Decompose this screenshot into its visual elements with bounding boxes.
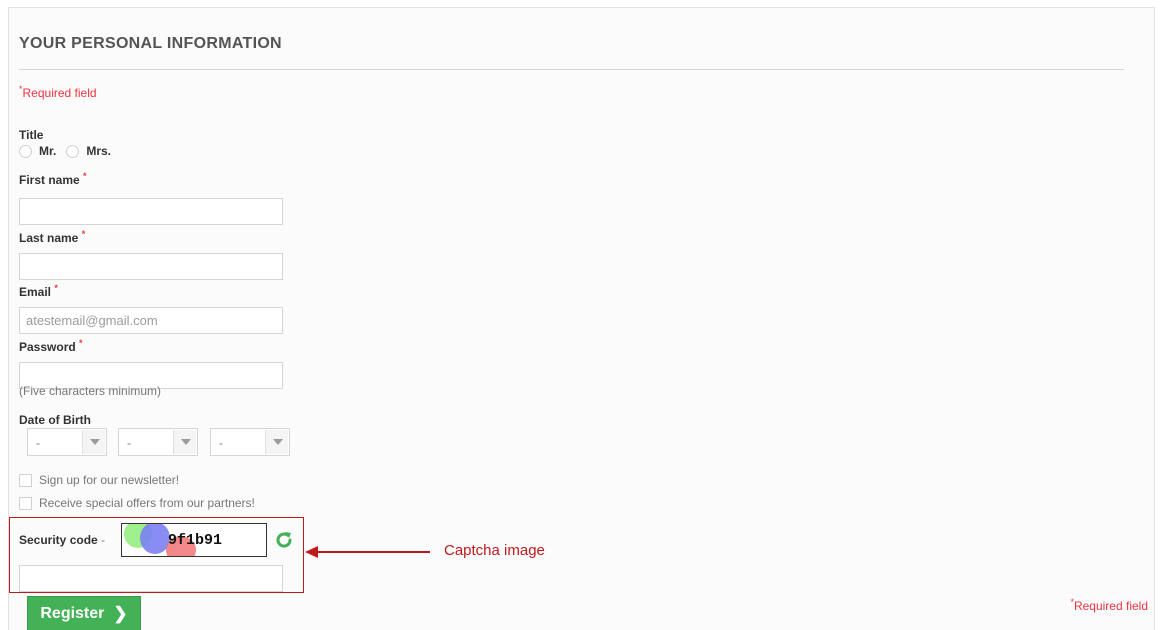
first-name-label: First name * xyxy=(19,171,87,188)
email-label: Email * xyxy=(19,283,58,300)
dob-year-value: - xyxy=(219,436,223,450)
register-button[interactable]: Register ❯ xyxy=(27,596,141,630)
title-option-mrs[interactable]: Mrs. xyxy=(66,144,111,158)
required-star: * xyxy=(54,283,58,293)
chevron-down-icon xyxy=(273,439,283,445)
dob-year-dropdown-button[interactable] xyxy=(265,430,288,454)
newsletter-option[interactable]: Sign up for our newsletter! xyxy=(19,473,179,487)
dob-month-value: - xyxy=(127,436,131,450)
newsletter-label: Sign up for our newsletter! xyxy=(39,473,180,487)
email-label-text: Email xyxy=(19,285,52,299)
partner-offers-option[interactable]: Receive special offers from our partners… xyxy=(19,496,255,510)
captcha-annotation: Captcha image xyxy=(444,542,545,559)
dob-month-select[interactable]: - xyxy=(118,428,198,456)
security-code-input[interactable] xyxy=(19,565,283,592)
required-note-top: *Required field xyxy=(19,85,97,101)
heading-divider xyxy=(19,69,1124,70)
radio-mr[interactable] xyxy=(19,144,32,158)
dob-day-dropdown-button[interactable] xyxy=(82,430,105,454)
first-name-label-text: First name xyxy=(19,173,80,187)
last-name-input[interactable] xyxy=(19,253,283,280)
dob-year-select[interactable]: - xyxy=(210,428,290,456)
first-name-input[interactable] xyxy=(19,198,283,225)
required-star: * xyxy=(81,229,86,239)
annotation-arrow-icon xyxy=(305,546,430,558)
dob-day-value: - xyxy=(36,436,40,450)
title-option-mr[interactable]: Mr. xyxy=(19,144,56,158)
required-star: * xyxy=(83,171,87,181)
partner-offers-checkbox[interactable] xyxy=(19,496,32,510)
last-name-label: Last name * xyxy=(19,229,86,246)
captcha-image: 9f1b91 xyxy=(121,523,267,557)
dob-day-select[interactable]: - xyxy=(27,428,107,456)
email-input[interactable] xyxy=(19,307,283,334)
title-radio-group: Mr. Mrs. xyxy=(19,144,121,158)
refresh-icon[interactable] xyxy=(274,530,294,550)
chevron-down-icon xyxy=(181,439,191,445)
chevron-right-icon: ❯ xyxy=(113,604,128,623)
last-name-label-text: Last name xyxy=(19,231,79,245)
dob-month-dropdown-button[interactable] xyxy=(173,430,196,454)
password-hint: (Five characters minimum) xyxy=(19,384,162,398)
title-label: Title xyxy=(19,128,44,142)
register-label: Register xyxy=(40,605,105,622)
newsletter-checkbox[interactable] xyxy=(19,473,32,487)
required-note-text: Required field xyxy=(1073,599,1148,613)
required-star: * xyxy=(79,338,83,348)
partner-offers-label: Receive special offers from our partners… xyxy=(39,496,255,510)
radio-mrs[interactable] xyxy=(66,144,80,158)
captcha-code: 9f1b91 xyxy=(168,532,223,549)
title-option-label: Mr. xyxy=(39,144,57,158)
required-note-text: Required field xyxy=(22,86,97,100)
password-label: Password * xyxy=(19,338,83,355)
password-label-text: Password xyxy=(19,340,76,354)
security-code-label: Security code - xyxy=(19,533,105,547)
dob-label: Date of Birth xyxy=(19,413,91,427)
page-title: YOUR PERSONAL INFORMATION xyxy=(19,35,282,52)
security-code-separator: - xyxy=(101,533,106,547)
title-option-label: Mrs. xyxy=(86,144,112,158)
security-code-label-text: Security code xyxy=(19,533,98,547)
chevron-down-icon xyxy=(90,439,100,445)
required-note-bottom: *Required field xyxy=(1070,598,1148,614)
